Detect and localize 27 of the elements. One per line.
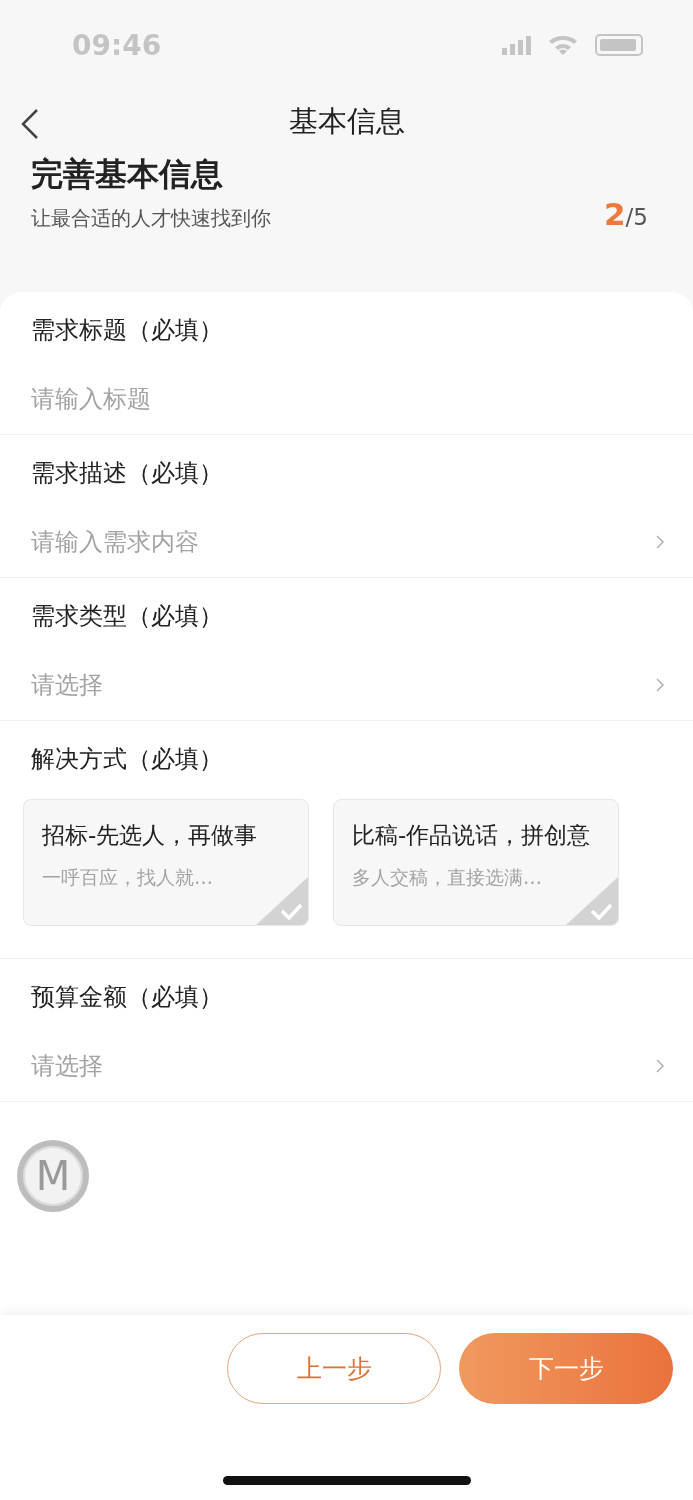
select-field[interactable]: 请选择 [31,1031,665,1101]
field-label: 需求类型（必填） [31,601,223,632]
battery-icon [595,34,643,56]
chevron-right-icon [655,534,665,550]
step-total: /5 [625,204,648,230]
check-corner-icon [566,877,618,925]
chevron-right-icon [655,677,665,693]
next-button[interactable]: 下一步 [459,1333,673,1404]
section-title: 完善基本信息 [31,154,224,195]
select-field[interactable]: 请输入需求内容 [31,507,665,577]
title-input-field[interactable]: 请输入标题 [31,385,431,413]
check-corner-icon [256,877,308,925]
field-label: 需求标题（必填） [31,315,223,346]
section-subtitle: 让最合适的人才快速找到你 [31,205,271,232]
select-field[interactable]: 请选择 [31,650,665,720]
field-label: 预算金额（必填） [31,982,223,1013]
signal-icon [502,35,531,55]
previous-button[interactable]: 上一步 [227,1333,441,1404]
field-label: 解决方式（必填） [31,744,223,775]
back-icon[interactable] [20,108,40,140]
wifi-icon [549,35,577,55]
field-label: 需求描述（必填） [31,458,223,489]
step-current: 2 [604,196,626,232]
page-title: 基本信息 [288,103,405,140]
chevron-right-icon [655,1058,665,1074]
option-card[interactable]: 招标-先选人，再做事 一呼百应，找人就… [23,799,309,926]
option-card[interactable]: 比稿-作品说话，拼创意 多人交稿，直接选满… [333,799,619,926]
